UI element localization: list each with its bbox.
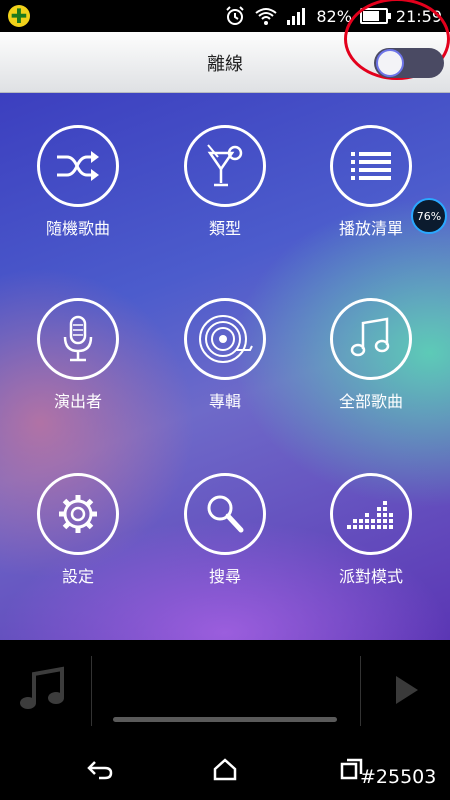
app-badge-icon: ✚ [8,5,30,27]
menu-item-label: 設定 [61,567,94,586]
menu-item-genre[interactable]: 類型 [165,125,285,239]
mini-player [0,640,450,738]
navigation-bar: #25503 [0,738,450,800]
menu-item-settings[interactable]: 設定 [18,473,138,587]
menu-item-label: 類型 [208,219,241,238]
music-note-icon [20,666,64,709]
menu-item-album[interactable]: 專輯 [165,298,285,412]
menu-item-label: 演出者 [53,392,102,411]
shuffle-icon [37,125,119,207]
divider [360,656,361,726]
magnifier-icon [184,473,266,555]
signal-icon [287,8,306,25]
wifi-icon [255,8,277,25]
menu-item-label: 全部歌曲 [338,392,403,411]
percent-badge[interactable]: 76% [411,198,447,234]
gear-icon [37,473,119,555]
progress-bar[interactable] [113,717,337,722]
microphone-icon [37,298,119,380]
menu-panel: 隨機歌曲 類型 播放清單 演出者 專輯 全部歌曲 設定 搜尋 派對模式 76% [0,93,450,640]
offline-toggle[interactable] [374,48,444,78]
menu-item-label: 隨機歌曲 [45,219,110,238]
music-note-icon [330,298,412,380]
menu-item-label: 派對模式 [338,567,403,586]
vinyl-record-icon [184,298,266,380]
menu-item-label: 搜尋 [208,567,241,586]
equalizer-icon [330,473,412,555]
play-icon[interactable] [396,676,418,704]
alarm-icon [226,6,245,25]
menu-item-label: 專輯 [208,392,241,411]
back-icon[interactable] [80,754,120,784]
playlist-icon [330,125,412,207]
menu-item-party-mode[interactable]: 派對模式 [311,473,431,587]
toggle-knob[interactable] [376,49,404,77]
menu-item-search[interactable]: 搜尋 [165,473,285,587]
watermark: #25503 [360,766,437,788]
menu-item-all-songs[interactable]: 全部歌曲 [311,298,431,412]
cocktail-icon [184,125,266,207]
menu-item-artist[interactable]: 演出者 [18,298,138,412]
battery-percent: 82% [316,6,352,26]
home-icon[interactable] [205,754,245,784]
divider [91,656,92,726]
menu-item-shuffle[interactable]: 隨機歌曲 [18,125,138,239]
